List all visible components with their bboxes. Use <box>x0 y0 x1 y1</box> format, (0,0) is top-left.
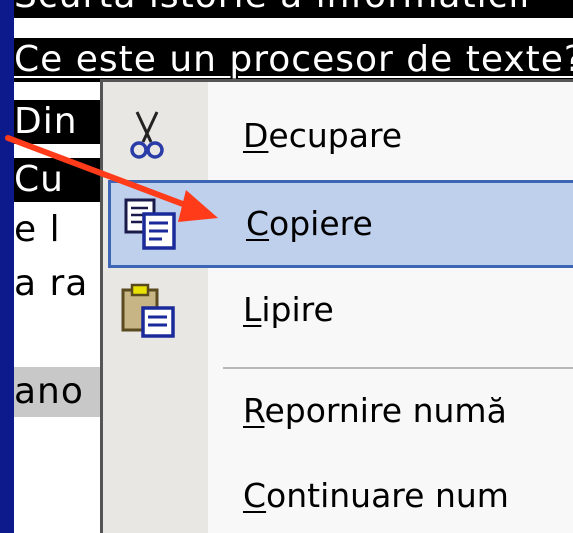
label-text: epornire numă <box>264 391 507 430</box>
accelerator-key: C <box>243 476 267 515</box>
doc-line-heading[interactable]: Scurtă istorie a informaticii <box>14 0 573 18</box>
label-text: opiere <box>269 204 373 243</box>
paste-icon <box>117 280 177 340</box>
label-text: ipire <box>261 290 334 329</box>
menu-item-restart-numbering[interactable]: Repornire numă <box>103 367 573 455</box>
accelerator-key: L <box>243 290 262 329</box>
doc-line[interactable]: e l <box>14 208 61 252</box>
accelerator-key: C <box>246 204 270 243</box>
menu-item-label: Copiere <box>246 183 373 265</box>
doc-line[interactable]: a ra <box>14 262 88 306</box>
menu-item-paste[interactable]: Lipire <box>103 266 573 354</box>
copy-icon <box>120 194 180 254</box>
doc-line-title[interactable]: Ce este un procesor de texte? <box>14 38 573 82</box>
menu-item-label: Decupare <box>243 92 402 180</box>
accelerator-key: D <box>243 116 269 155</box>
label-text: ecupare <box>268 116 403 155</box>
accelerator-key: R <box>243 391 265 430</box>
menu-item-label: Lipire <box>243 266 334 354</box>
menu-item-copy[interactable]: Copiere <box>108 180 573 268</box>
menu-item-cut[interactable]: Decupare <box>103 92 573 180</box>
menu-item-label: Continuare num <box>243 452 509 533</box>
label-text: ontinuare num <box>266 476 509 515</box>
menu-item-label: Repornire numă <box>243 367 507 455</box>
scissors-icon <box>117 106 177 166</box>
doc-line-shaded[interactable]: ano <box>14 367 114 417</box>
menu-item-continue-numbering[interactable]: Continuare num <box>103 452 573 533</box>
context-menu: Decupare Copiere Lipire Repornire numă C… <box>100 79 573 533</box>
